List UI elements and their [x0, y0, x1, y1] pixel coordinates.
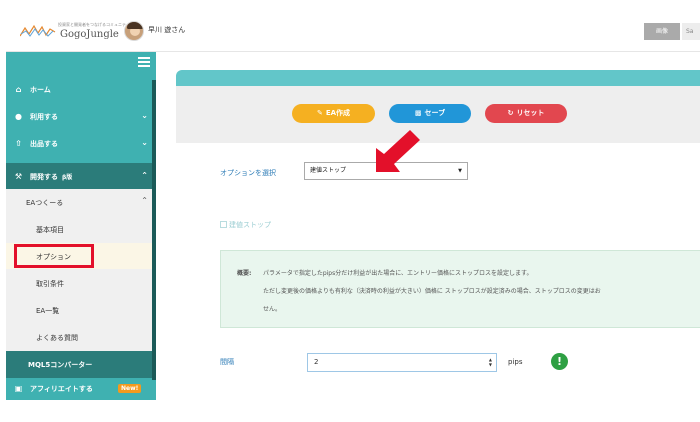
checkbox-icon — [220, 221, 227, 228]
description-line-2: ただし変更後の価格よりも有利な（決済時の利益が大きい）価格に ストップロスが設定… — [263, 288, 601, 295]
edit-icon: ✎ — [316, 109, 323, 117]
breakeven-stop-checkbox[interactable]: 建値ストップ — [220, 220, 271, 230]
ea-create-label: EA作成 — [325, 109, 351, 117]
sidebar-item-faq[interactable]: よくある質問 — [6, 324, 156, 350]
sidebar-submenu: EAつくーる ⌃ 基本項目 オプション 取引条件 EA一覧 よくある質問 — [6, 189, 156, 351]
refresh-icon: ↻ — [507, 109, 514, 117]
action-toolbar: ✎ EA作成 ▩ セーブ ↻ リセット — [176, 86, 700, 143]
mql-row: MQL5コンバーター — [6, 351, 156, 378]
sidebar-item-home[interactable]: ⌂ ホーム — [6, 76, 156, 103]
sidebar-item-basic[interactable]: 基本項目 — [6, 216, 156, 242]
dropdown-caret-icon: ▼ — [458, 168, 462, 174]
develop-label: 開発する — [30, 173, 58, 181]
logo-tagline: 投資家と開発者をつなげるコミュニティ — [58, 22, 130, 27]
home-icon: ⌂ — [15, 85, 22, 94]
sidebar-item-use[interactable]: ● 利用する ⌄ — [6, 103, 156, 130]
description-title: 概要: — [237, 270, 252, 277]
chevron-down-icon: ⌄ — [141, 138, 148, 147]
wrench-icon: ⚒ — [14, 172, 23, 181]
chevron-down-icon: ⌄ — [141, 111, 148, 120]
annotation-arrow-icon — [376, 130, 420, 172]
sidebar-item-ea-tool[interactable]: EAつくーる ⌃ — [6, 189, 156, 215]
chevron-up-icon: ⌃ — [141, 171, 148, 180]
sidebar-top — [6, 52, 156, 76]
save-label: セーブ — [424, 109, 446, 117]
description-box: 概要: パラメータで指定したpips分だけ利益が出た場合に、エントリー価格にスト… — [220, 250, 700, 328]
chevron-up-icon: ⌃ — [141, 196, 148, 205]
sidebar: ⌂ ホーム ● 利用する ⌄ ⇧ 出品する ⌄ ⚒ 開発する β版 ⌃ EAつく… — [6, 52, 156, 400]
interval-value: 2 — [314, 358, 319, 366]
logo-mark-icon — [20, 24, 56, 37]
sidebar-item-develop-row: ⚒ 開発する β版 ⌃ — [6, 163, 156, 190]
interval-unit: pips — [508, 358, 523, 366]
new-badge: New! — [118, 384, 142, 393]
search-input[interactable]: Sa — [682, 23, 700, 40]
sidebar-item-sell[interactable]: ⇧ 出品する ⌄ — [6, 130, 156, 157]
reset-label: リセット — [516, 109, 545, 117]
interval-input[interactable]: 2 ▲ ▼ — [307, 353, 497, 372]
save-icon: ▩ — [414, 109, 422, 117]
user-name[interactable]: 早川 遊さん — [148, 25, 185, 35]
hamburger-menu-icon[interactable] — [138, 57, 150, 68]
gogojungle-logo[interactable]: 投資家と開発者をつなげるコミュニティ GogoJungle — [20, 20, 130, 46]
sidebar-item-ea-list[interactable]: EA一覧 — [6, 297, 156, 323]
panel-header-band — [176, 70, 700, 86]
ea-create-button[interactable]: ✎ EA作成 — [292, 104, 375, 123]
sidebar-item-mql5-converter[interactable]: MQL5コンバーター — [6, 351, 156, 378]
sidebar-item-develop[interactable]: ⚒ 開発する β版 ⌃ — [6, 163, 156, 189]
sidebar-scrollbar[interactable] — [152, 80, 156, 380]
upload-icon: ⇧ — [15, 139, 22, 148]
spinner-icon[interactable]: ▲ ▼ — [489, 357, 492, 367]
user-circle-icon: ● — [15, 112, 22, 121]
annotation-highlight-box — [14, 244, 94, 268]
avatar[interactable] — [124, 21, 144, 41]
logo-text: GogoJungle — [60, 29, 119, 40]
beta-badge: β版 — [62, 174, 73, 181]
description-line-3: せん。 — [263, 306, 282, 313]
main-panel: ✎ EA作成 ▩ セーブ ↻ リセット オプションを選択 建値ストップ ▼ 建値ストッ… — [176, 70, 700, 400]
save-button[interactable]: ▩ セーブ — [389, 104, 471, 123]
option-selected-value: 建値ストップ — [310, 167, 347, 174]
sidebar-item-trade-conditions[interactable]: 取引条件 — [6, 270, 156, 296]
affiliate-label: アフィリエイトする — [30, 385, 93, 393]
exclamation-icon[interactable]: ! — [551, 353, 568, 370]
option-select-label: オプションを選択 — [220, 169, 276, 177]
develop-label-wrap: 開発する β版 — [30, 172, 72, 182]
top-header: 投資家と開発者をつなげるコミュニティ GogoJungle 早川 遊さん 画像 … — [6, 12, 700, 52]
description-line-1: パラメータで指定したpips分だけ利益が出た場合に、エントリー価格にストップロス… — [263, 270, 533, 277]
reset-button[interactable]: ↻ リセット — [485, 104, 567, 123]
checkbox-label: 建値ストップ — [229, 221, 271, 229]
sidebar-main-group: ⌂ ホーム ● 利用する ⌄ ⇧ 出品する ⌄ — [6, 76, 156, 163]
mql-label: MQL5コンバーター — [28, 361, 93, 369]
search-type-button[interactable]: 画像 — [644, 23, 680, 40]
screen: 投資家と開発者をつなげるコミュニティ GogoJungle 早川 遊さん 画像 … — [0, 0, 700, 422]
interval-label: 間隔 — [220, 358, 234, 366]
sidebar-item-affiliate[interactable]: ▣ アフィリエイトする New! — [6, 378, 156, 400]
affiliate-icon: ▣ — [14, 384, 23, 393]
